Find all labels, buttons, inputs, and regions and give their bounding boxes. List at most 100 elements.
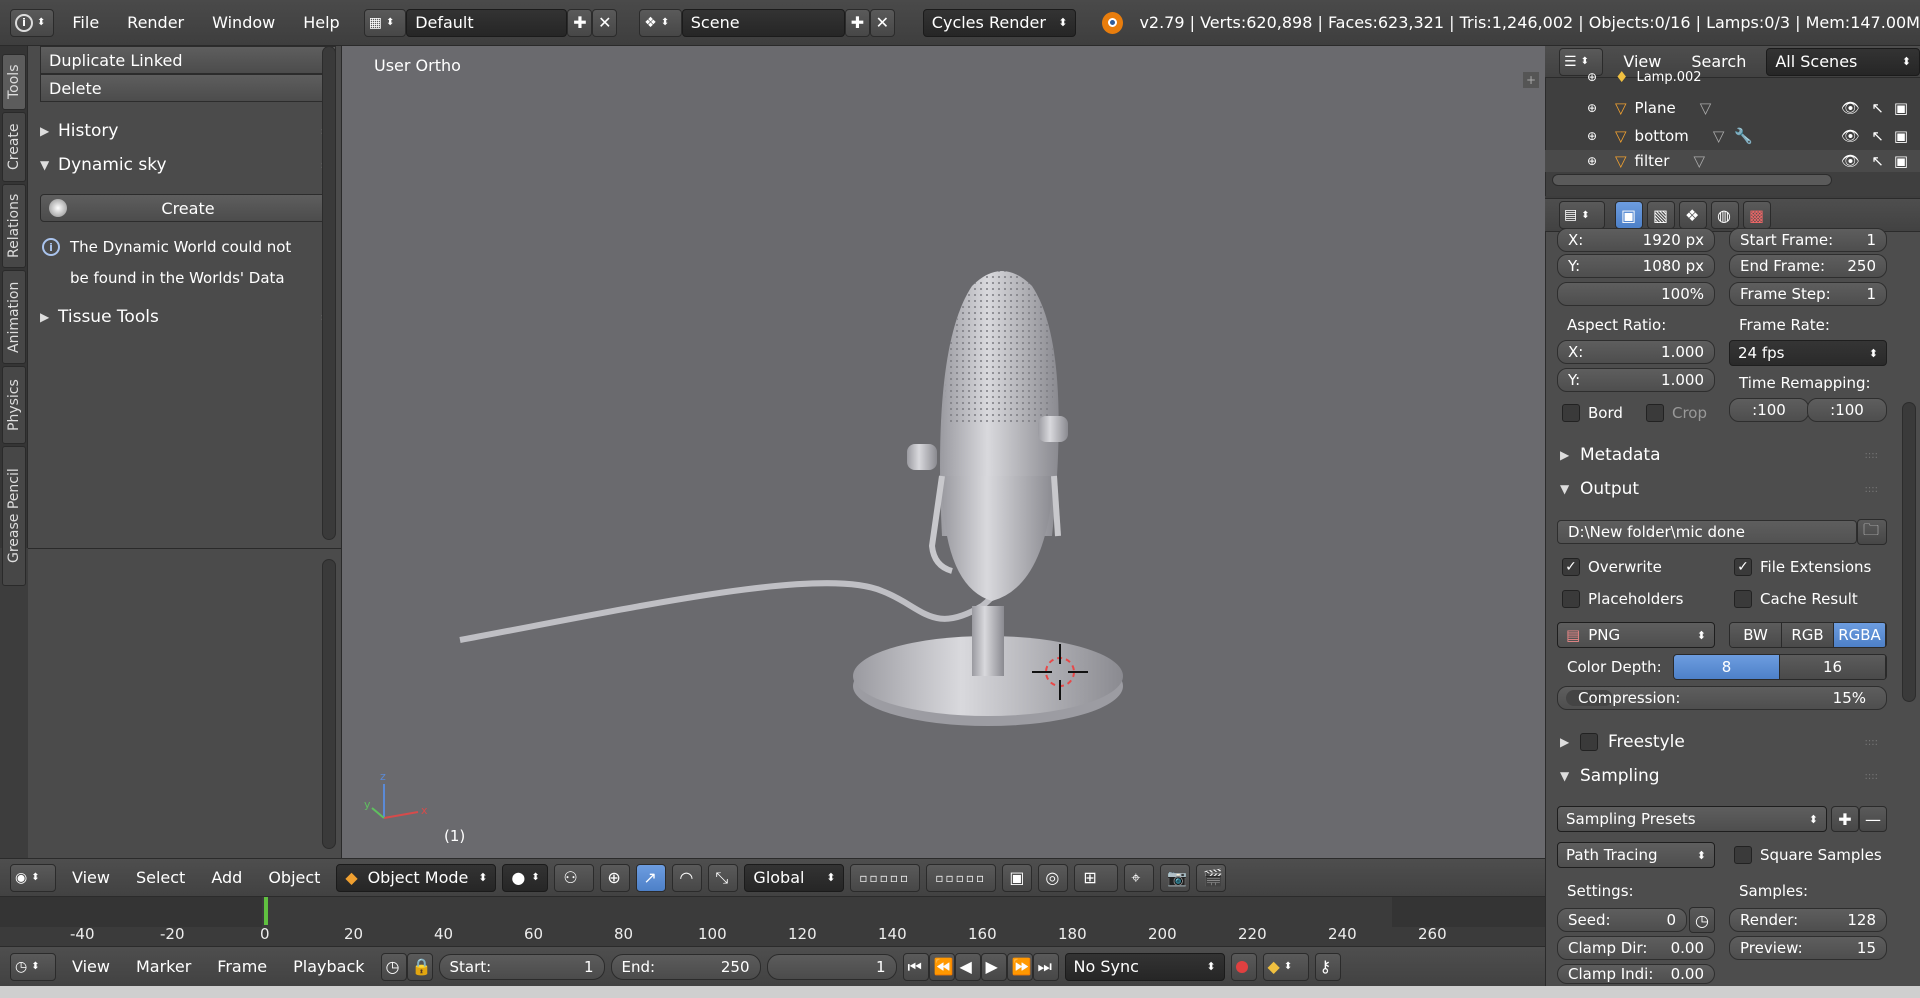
drag-grip-icon[interactable]: ::::: [1865, 450, 1878, 461]
lock-range-button[interactable]: 🔒: [406, 952, 433, 981]
render-animation-button[interactable]: 🎬: [1196, 863, 1227, 892]
preview-range-button[interactable]: ◷: [380, 952, 407, 981]
properties-scrollbar[interactable]: [1902, 402, 1916, 702]
layout-select[interactable]: Default: [406, 8, 568, 37]
jump-start-button[interactable]: ⏮: [902, 952, 929, 981]
frame-rate-select[interactable]: 24 fps ⬍: [1729, 340, 1887, 366]
color-depth-selector[interactable]: 8 16: [1673, 654, 1887, 680]
visibility-eye-icon[interactable]: 👁: [1841, 152, 1860, 170]
add-layout-button[interactable]: ✚: [567, 8, 593, 37]
record-button[interactable]: [1230, 952, 1257, 981]
outliner-row[interactable]: ⊕ ▽ filter ▽ 👁 ↖ ▣: [1545, 150, 1920, 172]
duplicate-linked-button[interactable]: Duplicate Linked: [40, 46, 336, 74]
remove-preset-button[interactable]: —: [1859, 806, 1887, 832]
tab-scene[interactable]: ❖: [1679, 201, 1707, 229]
tab-render[interactable]: ▣: [1615, 201, 1643, 229]
play-button[interactable]: ▶: [980, 952, 1007, 981]
layers-grid-2[interactable]: ▫▫▫▫▫: [926, 863, 997, 892]
visibility-eye-icon[interactable]: 👁: [1841, 99, 1860, 117]
current-frame-field[interactable]: 1: [766, 953, 897, 980]
start-frame-field[interactable]: Start: 1: [438, 953, 605, 980]
menu-frame[interactable]: Frame: [207, 957, 277, 976]
select-cursor-icon[interactable]: ↖: [1871, 152, 1884, 170]
menu-add[interactable]: Add: [201, 868, 252, 887]
menu-window[interactable]: Window: [202, 13, 285, 32]
outliner-row[interactable]: ⊕ ♦ Lamp.002: [1545, 68, 1920, 86]
seed-field[interactable]: Seed: 0: [1557, 908, 1687, 932]
render-samples-field[interactable]: Render: 128: [1729, 908, 1887, 932]
cache-result-checkbox[interactable]: Cache Result: [1734, 590, 1858, 608]
browse-folder-button[interactable]: 🗀: [1857, 519, 1887, 545]
metadata-panel-header[interactable]: ▶ Metadata::::: [1560, 440, 1900, 470]
keying-set-button[interactable]: ◆ ⬍: [1262, 952, 1309, 981]
create-sky-button[interactable]: Create: [40, 194, 336, 222]
layout-type-button[interactable]: ▦ ⬍: [363, 8, 407, 37]
orientation-select[interactable]: Global ⬍: [744, 863, 845, 892]
editor-type-button[interactable]: ◷ ⬍: [10, 952, 56, 981]
tab-tools[interactable]: Tools: [2, 54, 26, 110]
delete-button[interactable]: Delete: [40, 74, 336, 102]
history-panel-header[interactable]: ▶ History ::::: [40, 116, 336, 146]
color-mode-selector[interactable]: BW RGB RGBA: [1729, 622, 1887, 648]
editor-type-button[interactable]: ◉ ⬍: [10, 863, 56, 892]
select-cursor-icon[interactable]: ↖: [1871, 99, 1884, 117]
file-format-select[interactable]: ▤ PNG ⬍: [1557, 622, 1715, 648]
compression-slider[interactable]: Compression: 15%: [1557, 686, 1887, 710]
select-cursor-icon[interactable]: ↖: [1871, 127, 1884, 145]
outliner-row[interactable]: ⊕ ▽ Plane ▽ 👁 ↖ ▣: [1545, 94, 1920, 122]
translate-manipulator[interactable]: ↗: [636, 863, 667, 892]
output-path-field[interactable]: D:\New folder\mic done: [1557, 520, 1857, 544]
freestyle-panel-header[interactable]: ▶ Freestyle::::: [1560, 727, 1900, 757]
clamp-direct-field[interactable]: Clamp Dir: 0.00: [1557, 936, 1715, 960]
scene-select[interactable]: Scene: [681, 8, 845, 37]
render-camera-icon[interactable]: ▣: [1894, 152, 1908, 170]
color-mode-rgb[interactable]: RGB: [1782, 623, 1834, 647]
crop-checkbox[interactable]: Crop: [1646, 404, 1707, 422]
add-scene-button[interactable]: ✚: [844, 8, 870, 37]
tool-shelf-scrollbar[interactable]: [322, 46, 336, 540]
resolution-percentage-field[interactable]: 100%: [1557, 282, 1715, 306]
current-frame-marker[interactable]: [264, 897, 268, 925]
resolution-x-field[interactable]: X: 1920 px: [1557, 228, 1715, 252]
animated-seed-button[interactable]: ◷: [1689, 907, 1715, 933]
visibility-eye-icon[interactable]: 👁: [1841, 127, 1860, 145]
jump-end-button[interactable]: ⏭: [1032, 952, 1059, 981]
square-samples-checkbox[interactable]: Square Samples: [1734, 846, 1882, 864]
color-depth-16[interactable]: 16: [1780, 655, 1886, 679]
snap-target-button[interactable]: ⌖: [1124, 863, 1155, 892]
expand-corner-icon[interactable]: +: [1523, 72, 1539, 88]
tab-texture[interactable]: ▩: [1743, 201, 1771, 229]
render-camera-icon[interactable]: ▣: [1894, 127, 1908, 145]
color-depth-8[interactable]: 8: [1674, 655, 1780, 679]
preview-samples-field[interactable]: Preview: 15: [1729, 936, 1887, 960]
snap-toggle[interactable]: ⊞: [1074, 863, 1119, 892]
menu-playback[interactable]: Playback: [283, 957, 374, 976]
remove-scene-button[interactable]: ✕: [869, 8, 895, 37]
menu-view[interactable]: View: [62, 957, 120, 976]
play-reverse-button[interactable]: ◀: [954, 952, 981, 981]
menu-file[interactable]: File: [62, 13, 109, 32]
placeholders-checkbox[interactable]: Placeholders: [1562, 590, 1683, 608]
drag-grip-icon[interactable]: ::::: [1865, 771, 1878, 782]
overwrite-checkbox[interactable]: ✓ Overwrite: [1562, 558, 1662, 576]
tab-animation[interactable]: Animation: [2, 270, 26, 364]
add-preset-button[interactable]: ✚: [1831, 806, 1859, 832]
end-frame-field[interactable]: End Frame: 250: [1729, 254, 1887, 278]
layers-grid-1[interactable]: ▫▫▫▫▫: [850, 863, 921, 892]
tab-physics[interactable]: Physics: [2, 366, 26, 444]
timeline[interactable]: -40 -20 0 20 40 60 80 100 120 140 160 18…: [0, 896, 1545, 946]
frame-step-field[interactable]: Frame Step: 1: [1729, 282, 1887, 306]
end-frame-field[interactable]: End: 250: [610, 953, 761, 980]
tab-render-layers[interactable]: ▧: [1647, 201, 1675, 229]
scale-manipulator[interactable]: ⤡: [708, 863, 739, 892]
drag-grip-icon[interactable]: ::::: [1865, 737, 1878, 748]
menu-marker[interactable]: Marker: [126, 957, 201, 976]
color-mode-bw[interactable]: BW: [1730, 623, 1782, 647]
proportional-edit-button[interactable]: ◎: [1038, 863, 1069, 892]
drag-grip-icon[interactable]: ::::: [1865, 484, 1878, 495]
tab-create[interactable]: Create: [2, 112, 26, 182]
render-engine-select[interactable]: Cycles Render ⬍: [922, 8, 1077, 37]
outliner-row[interactable]: ⊕ ▽ bottom ▽ 🔧 👁 ↖ ▣: [1545, 122, 1920, 150]
menu-object[interactable]: Object: [258, 868, 330, 887]
checkbox-box[interactable]: [1580, 733, 1598, 751]
